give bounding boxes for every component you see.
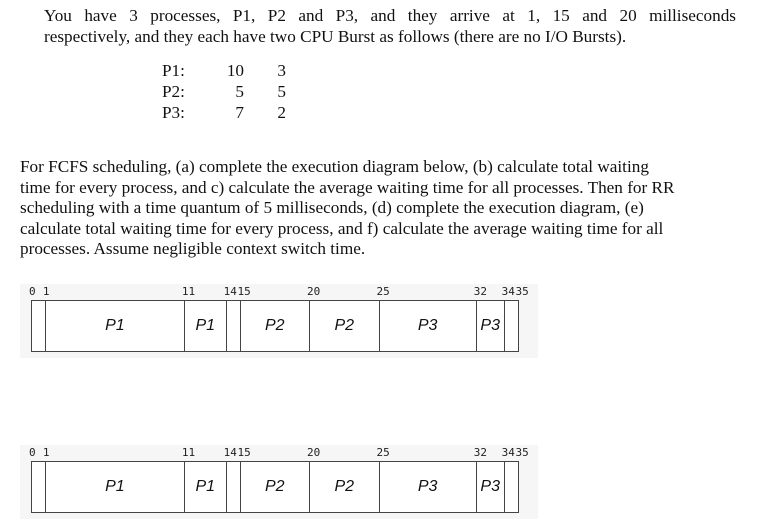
- time-tick-label: 35: [515, 285, 529, 298]
- segment-label: P1: [105, 317, 125, 334]
- instructions-line: scheduling with a time quantum of 5 mill…: [20, 198, 644, 217]
- instructions-line: processes. Assume negligible context swi…: [20, 239, 366, 258]
- timeline-box: P1 P1 P2 P2 P3 P3: [31, 300, 519, 352]
- segment-idle: [225, 301, 240, 351]
- segment-label: P2: [264, 478, 285, 495]
- segment-label: P1: [195, 478, 216, 495]
- segment-label: P3: [417, 478, 438, 495]
- segment-label: P3: [480, 478, 500, 495]
- time-tick-label: 32: [473, 285, 488, 298]
- segment-label: P1: [105, 478, 125, 495]
- time-tick-label: 25: [376, 285, 390, 298]
- fcfs-execution-diagram: 0 1 11 14 15 20 25 32 34 35 P1 P1 P2 P2 P3 P3: [20, 284, 538, 358]
- segment-idle: [225, 462, 240, 512]
- process-name: P1:: [162, 61, 185, 80]
- instructions-line: time for every process, and c) calculate…: [20, 177, 675, 197]
- segment-idle: [503, 301, 518, 351]
- segment-p3: P3: [475, 301, 504, 351]
- process-name: P3:: [162, 103, 185, 122]
- burst-1: 5: [235, 82, 244, 101]
- segment-p1: P1: [44, 301, 184, 351]
- instructions-paragraph: For FCFS scheduling, (a) complete the ex…: [20, 157, 725, 260]
- segment-p1: P1: [44, 462, 184, 512]
- time-tick-label: 15: [237, 446, 251, 459]
- time-tick-label: 32: [473, 446, 488, 459]
- burst-2: 2: [277, 103, 286, 122]
- segment-p2: P2: [309, 301, 379, 351]
- time-tick-label: 14: [223, 446, 237, 459]
- instructions-line: calculate total waiting time for every p…: [20, 218, 664, 238]
- time-tick-label: 34: [501, 446, 515, 459]
- time-tick-label: 20: [307, 446, 321, 459]
- time-tick-label: 0: [29, 285, 36, 298]
- segment-p1: P1: [183, 301, 226, 351]
- process-name: P2:: [162, 82, 185, 101]
- burst-1: 10: [226, 61, 244, 80]
- intro-line: respectively, and they each have two CPU…: [44, 27, 627, 46]
- segment-label: P1: [195, 317, 216, 334]
- time-tick-label: 14: [223, 285, 237, 298]
- time-tick-label: 1: [42, 446, 50, 459]
- time-tick-label: 34: [501, 285, 515, 298]
- rr-execution-diagram: 0 1 11 14 15 20 25 32 34 35 P1 P1 P2 P2 P3 P3: [20, 445, 538, 519]
- segment-p3: P3: [378, 301, 476, 351]
- segment-label: P3: [417, 317, 438, 334]
- segment-p2: P2: [239, 301, 310, 351]
- burst-1: 7: [235, 103, 244, 122]
- segment-p3: P3: [475, 462, 504, 512]
- time-tick-label: 20: [307, 285, 321, 298]
- timeline-box: P1 P1 P2 P2 P3 P3: [31, 461, 519, 513]
- segment-p3: P3: [378, 462, 476, 512]
- segment-label: P3: [480, 317, 500, 334]
- segment-label: P2: [334, 478, 355, 495]
- time-tick-label: 25: [376, 446, 390, 459]
- segment-label: P2: [334, 317, 355, 334]
- time-tick-label: 0: [29, 446, 36, 459]
- burst-2: 3: [277, 61, 286, 80]
- time-tick-label: 15: [237, 285, 251, 298]
- instructions-line: For FCFS scheduling, (a) complete the ex…: [20, 157, 649, 176]
- time-tick-label: 35: [515, 446, 529, 459]
- time-tick-label: 11: [181, 446, 196, 459]
- segment-p2: P2: [239, 462, 310, 512]
- segment-idle: [31, 462, 45, 512]
- burst-2: 5: [277, 82, 286, 101]
- time-tick-label: 1: [42, 285, 50, 298]
- segment-p2: P2: [309, 462, 379, 512]
- segment-idle: [31, 301, 45, 351]
- segment-p1: P1: [183, 462, 226, 512]
- intro-paragraph: You have 3 processes, P1, P2 and P3, and…: [44, 5, 736, 47]
- time-tick-label: 11: [181, 285, 196, 298]
- segment-idle: [503, 462, 518, 512]
- segment-label: P2: [264, 317, 285, 334]
- intro-line: You have 3 processes, P1, P2 and P3, and…: [44, 6, 736, 25]
